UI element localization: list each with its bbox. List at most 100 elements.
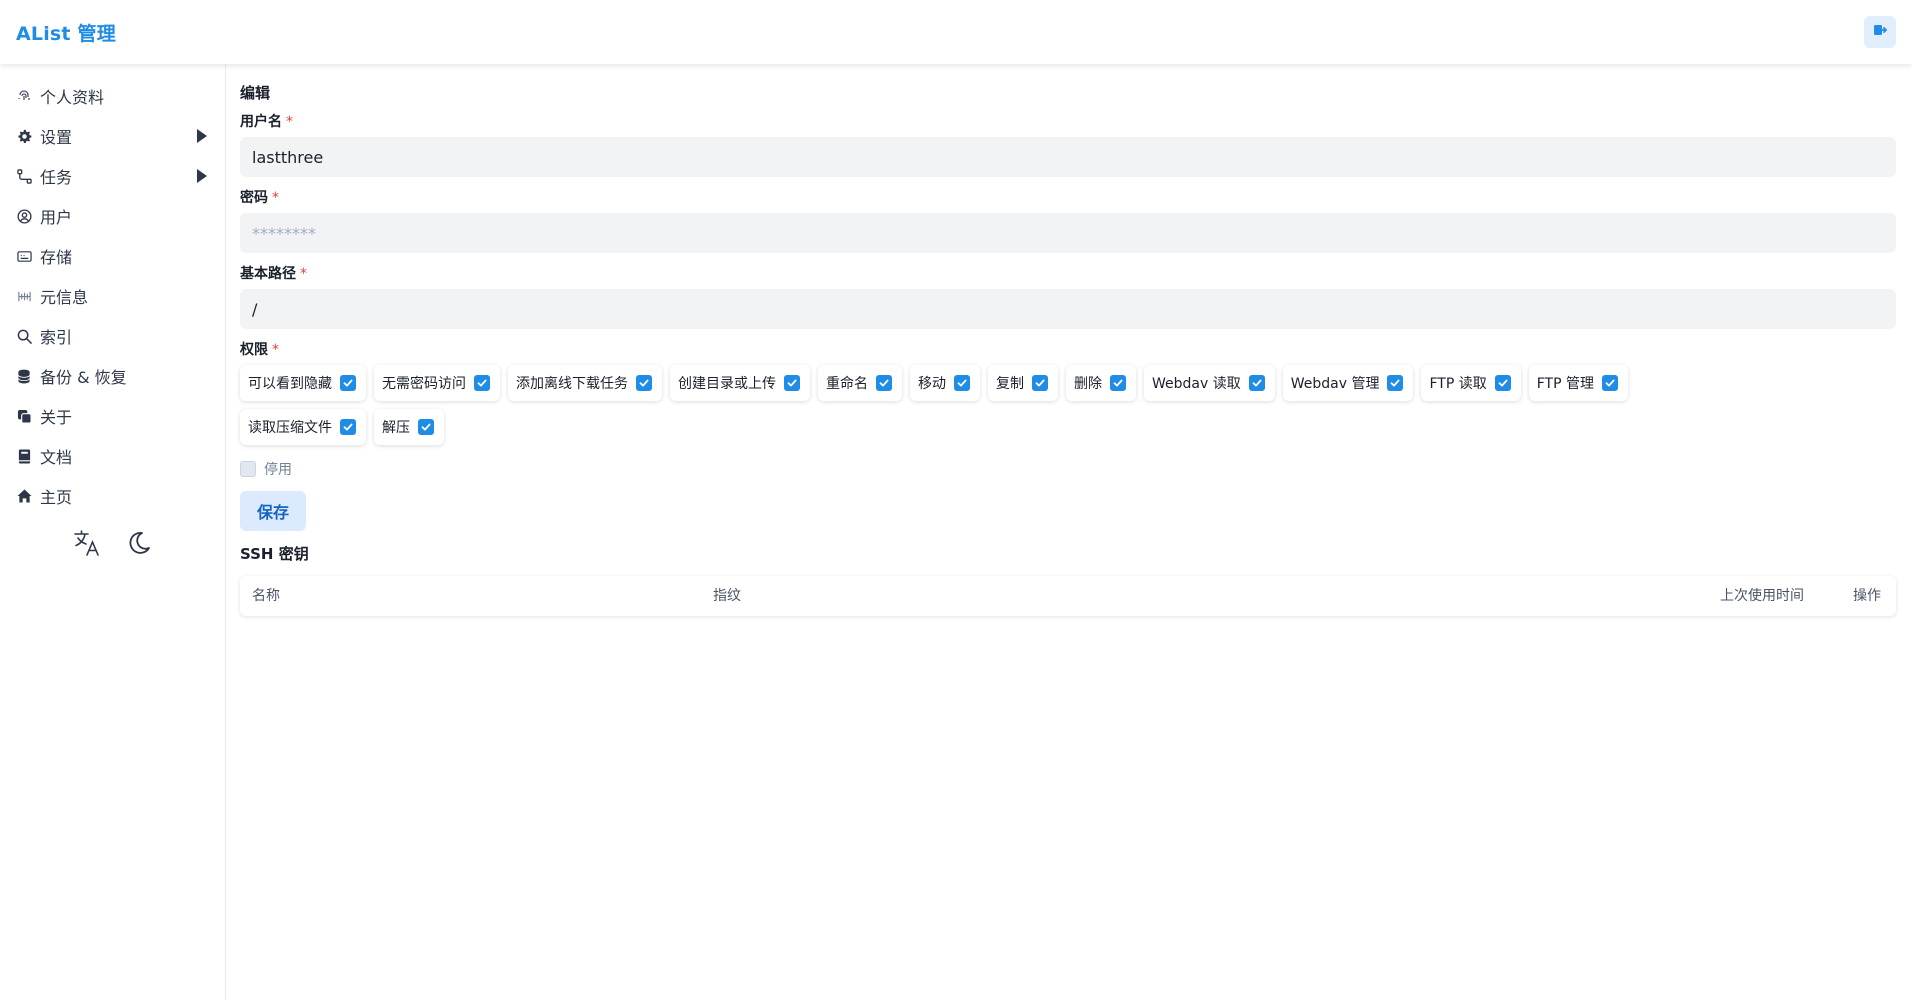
base-path-label: 基本路径 * xyxy=(240,263,1896,283)
column-header-name: 名称 xyxy=(252,588,280,604)
permission-checkbox[interactable] xyxy=(954,375,970,391)
permission-checkbox[interactable] xyxy=(876,375,892,391)
permission-checkbox[interactable] xyxy=(340,375,356,391)
permission-option[interactable]: 删除 xyxy=(1066,365,1136,401)
permission-checkbox[interactable] xyxy=(340,419,356,435)
required-mark: * xyxy=(286,114,293,130)
permission-option[interactable]: 添加离线下载任务 xyxy=(508,365,662,401)
check-icon xyxy=(957,379,967,387)
permission-label: 删除 xyxy=(1074,376,1102,392)
sidebar-item-profile[interactable]: 个人资料 xyxy=(0,76,225,116)
password-input[interactable] xyxy=(240,213,1896,253)
permission-checkbox[interactable] xyxy=(418,419,434,435)
permission-option[interactable]: FTP 读取 xyxy=(1421,365,1521,401)
sidebar-item-label: 个人资料 xyxy=(40,88,105,107)
permission-checkbox[interactable] xyxy=(784,375,800,391)
sidebar-item-meta[interactable]: 元信息 xyxy=(0,276,225,316)
permission-checkbox[interactable] xyxy=(1110,375,1126,391)
check-icon xyxy=(1605,379,1615,387)
disable-row: 停用 xyxy=(240,457,1896,481)
copy-icon xyxy=(16,408,32,424)
required-mark: * xyxy=(300,266,307,282)
permission-checkbox[interactable] xyxy=(1387,375,1404,391)
sidebar-item-docs[interactable]: 文档 xyxy=(0,436,225,476)
username-label: 用户名 * xyxy=(240,111,1896,131)
permission-option[interactable]: 复制 xyxy=(988,365,1058,401)
permission-label: Webdav 读取 xyxy=(1152,376,1241,392)
disable-checkbox[interactable] xyxy=(240,461,256,477)
translate-icon xyxy=(73,529,101,561)
sidebar-item-settings[interactable]: 设置 xyxy=(0,116,225,156)
ssh-keys-title: SSH 密钥 xyxy=(240,545,309,563)
column-header-fingerprint: 指纹 xyxy=(713,588,741,604)
permission-checkbox[interactable] xyxy=(1602,375,1618,391)
permission-option[interactable]: 重命名 xyxy=(818,365,902,401)
username-label-text: 用户名 xyxy=(240,114,282,130)
permission-label: 重命名 xyxy=(826,376,868,392)
ssh-keys-table: 名称 指纹 上次使用时间 操作 xyxy=(240,576,1896,616)
permission-option[interactable]: 移动 xyxy=(910,365,980,401)
permission-checkbox[interactable] xyxy=(636,375,652,391)
permission-checkbox[interactable] xyxy=(1494,375,1511,391)
sidebar-item-label: 用户 xyxy=(40,208,73,227)
sidebar-item-label: 主页 xyxy=(40,488,73,507)
required-mark: * xyxy=(272,190,279,206)
sidebar-item-about[interactable]: 关于 xyxy=(0,396,225,436)
base-path-input[interactable] xyxy=(240,289,1896,329)
permission-option[interactable]: Webdav 管理 xyxy=(1282,365,1414,401)
user-circle-icon xyxy=(16,208,32,224)
permission-option[interactable]: 可以看到隐藏 xyxy=(240,365,366,401)
permission-label: FTP 读取 xyxy=(1429,376,1487,392)
fingerprint-icon xyxy=(16,88,32,104)
permission-label: FTP 管理 xyxy=(1536,376,1594,392)
sidebar-item-home[interactable]: 主页 xyxy=(0,476,225,516)
permission-label: Webdav 管理 xyxy=(1290,376,1380,392)
check-icon xyxy=(421,423,431,431)
permission-label: 创建目录或上传 xyxy=(678,376,776,392)
search-icon xyxy=(16,328,32,344)
sidebar-item-label: 关于 xyxy=(40,408,73,427)
permission-option[interactable]: 创建目录或上传 xyxy=(670,365,810,401)
sidebar-item-label: 任务 xyxy=(40,168,73,187)
permission-option[interactable]: FTP 管理 xyxy=(1528,365,1628,401)
sidebar-item-users[interactable]: 用户 xyxy=(0,196,225,236)
password-label-text: 密码 xyxy=(240,190,268,206)
permission-option[interactable]: 读取压缩文件 xyxy=(240,409,366,445)
permission-checkbox[interactable] xyxy=(1032,375,1048,391)
check-icon xyxy=(343,423,353,431)
translate-button[interactable] xyxy=(72,530,102,560)
logout-button[interactable] xyxy=(1864,16,1896,48)
permission-option[interactable]: 无需密码访问 xyxy=(374,365,500,401)
permission-option[interactable]: 解压 xyxy=(374,409,444,445)
sidebar-item-label: 存储 xyxy=(40,248,73,267)
logout-icon xyxy=(1873,23,1888,41)
app-title[interactable]: AList 管理 xyxy=(16,19,116,46)
sidebar-item-storage[interactable]: 存储 xyxy=(0,236,225,276)
book-icon xyxy=(16,448,32,464)
expand-caret-icon xyxy=(197,129,207,143)
sidebar-item-label: 设置 xyxy=(40,128,73,147)
check-icon xyxy=(1113,379,1123,387)
permission-option[interactable]: Webdav 读取 xyxy=(1144,365,1275,401)
sidebar-item-label: 元信息 xyxy=(40,288,89,307)
sidebar-item-tasks[interactable]: 任务 xyxy=(0,156,225,196)
save-button[interactable]: 保存 xyxy=(240,491,307,531)
permission-label: 复制 xyxy=(996,376,1024,392)
sidebar-item-index[interactable]: 索引 xyxy=(0,316,225,356)
check-icon xyxy=(1035,379,1045,387)
moon-icon xyxy=(126,530,152,560)
column-header-actions: 操作 xyxy=(1853,588,1881,604)
database-icon xyxy=(16,368,32,384)
task-flow-icon xyxy=(16,168,32,184)
username-input[interactable] xyxy=(240,137,1896,177)
theme-toggle-button[interactable] xyxy=(124,530,154,560)
password-label: 密码 * xyxy=(240,187,1896,207)
sidebar-item-label: 文档 xyxy=(40,448,73,467)
sidebar: 个人资料 设置 任务 用户 存储 元信息 索引 备份 & 恢复 关于 文档 主页 xyxy=(0,64,226,1000)
check-icon xyxy=(477,379,487,387)
permission-checkbox[interactable] xyxy=(474,375,490,391)
sidebar-item-backup[interactable]: 备份 & 恢复 xyxy=(0,356,225,396)
permission-label: 解压 xyxy=(382,420,410,436)
permission-checkbox[interactable] xyxy=(1248,375,1265,391)
required-mark: * xyxy=(272,342,279,358)
